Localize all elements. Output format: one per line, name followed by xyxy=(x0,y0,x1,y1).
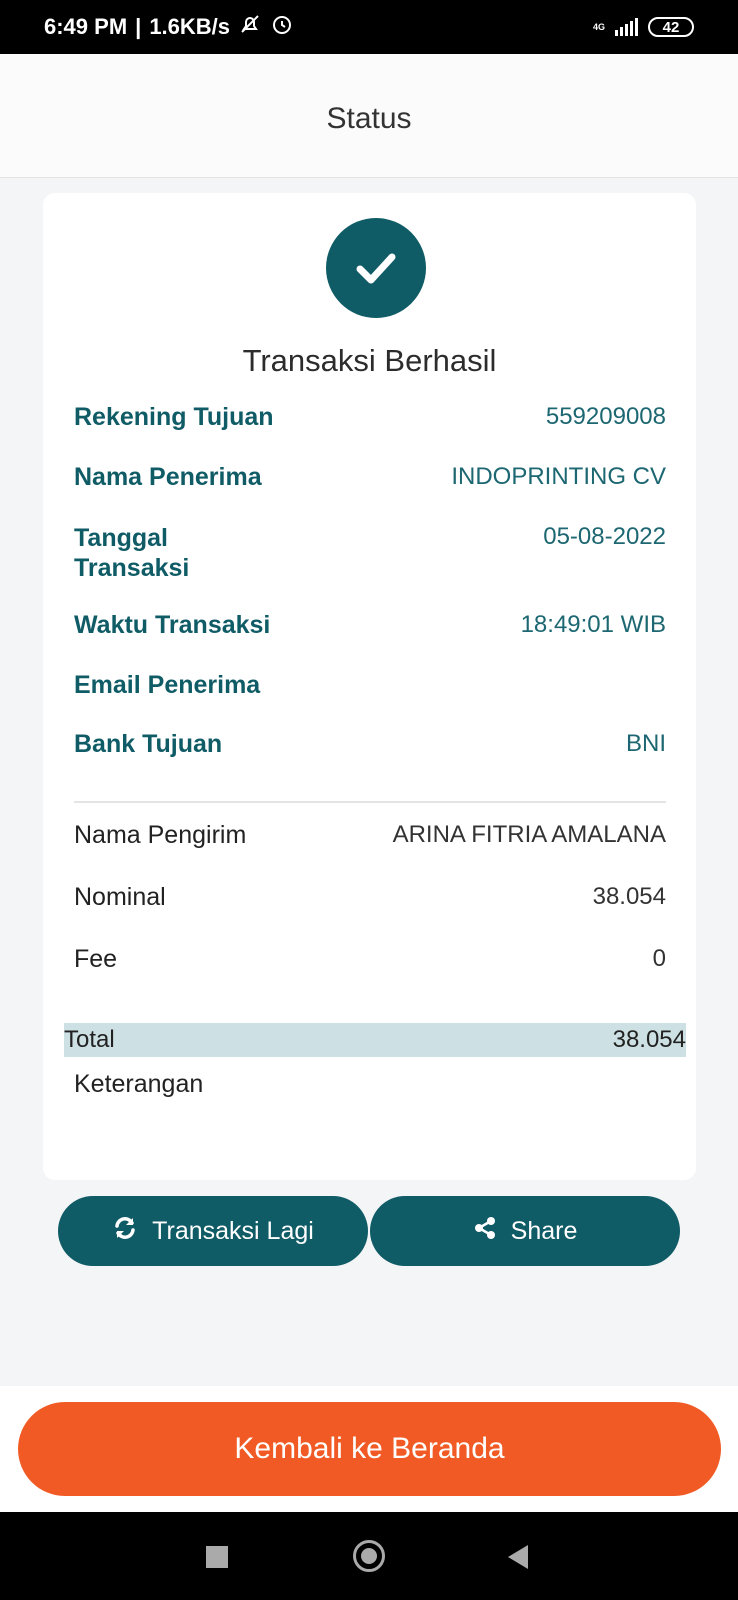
row-keterangan: Keterangan xyxy=(74,1070,666,1099)
refresh-icon xyxy=(112,1215,138,1248)
row-waktu-transaksi: Waktu Transaksi 18:49:01 WIB xyxy=(74,611,666,640)
transaction-status-title: Transaksi Berhasil xyxy=(242,343,497,378)
row-label: Waktu Transaksi xyxy=(74,611,271,639)
share-button[interactable]: Share xyxy=(370,1196,680,1266)
status-bar-right: 4G 42 xyxy=(593,0,694,54)
row-value: 05-08-2022 xyxy=(543,523,666,550)
page-title: Status xyxy=(326,102,412,135)
row-tanggal-transaksi: Tanggal Transaksi 05-08-2022 xyxy=(74,523,666,583)
row-nama-pengirim: Nama Pengirim ARINA FITRIA AMALANA xyxy=(74,821,666,850)
row-rekening-tujuan: Rekening Tujuan 559209008 xyxy=(74,403,666,432)
row-label: Bank Tujuan xyxy=(74,730,223,758)
alarm-icon xyxy=(270,12,294,42)
row-label: Fee xyxy=(74,945,118,973)
battery-level: 42 xyxy=(662,18,680,36)
row-value: ARINA FITRIA AMALANA xyxy=(392,821,666,848)
total-row: Total 38.054 xyxy=(64,1023,686,1057)
row-value: 559209008 xyxy=(545,403,666,430)
row-label: Nama Pengirim xyxy=(74,821,247,849)
row-label: Nama Penerima xyxy=(74,463,262,491)
repeat-transaction-button[interactable]: Transaksi Lagi xyxy=(58,1196,368,1266)
total-value: 38.054 xyxy=(612,1026,686,1053)
system-nav-bar xyxy=(0,1512,738,1600)
bell-muted-icon xyxy=(238,12,262,42)
row-value: 0 xyxy=(652,945,666,972)
signal-icon xyxy=(615,18,638,36)
row-label: Email Penerima xyxy=(74,671,261,699)
separator: | xyxy=(135,14,142,39)
row-nama-penerima: Nama Penerima INDOPRINTING CV xyxy=(74,463,666,492)
battery-icon: 42 xyxy=(648,17,694,37)
app-header: Status xyxy=(0,54,738,178)
recents-icon[interactable] xyxy=(206,1546,228,1568)
divider xyxy=(74,801,666,803)
receipt-card: Transaksi Berhasil Rekening Tujuan 55920… xyxy=(43,193,696,1180)
network-speed: 1.6KB/s xyxy=(149,14,231,39)
row-value: BNI xyxy=(625,730,666,757)
repeat-transaction-label: Transaksi Lagi xyxy=(152,1216,314,1245)
row-label: Nominal xyxy=(74,883,166,911)
bottom-bar: Kembali ke Beranda xyxy=(0,1386,738,1512)
row-email-penerima: Email Penerima xyxy=(74,671,666,700)
row-label: Tanggal Transaksi xyxy=(74,524,190,582)
row-value: 38.054 xyxy=(592,883,666,910)
total-label: Total xyxy=(64,1026,115,1053)
back-to-home-button[interactable]: Kembali ke Beranda xyxy=(18,1402,721,1496)
row-label: Keterangan xyxy=(74,1070,204,1098)
row-label: Rekening Tujuan xyxy=(74,403,274,431)
share-icon xyxy=(473,1216,497,1247)
row-fee: Fee 0 xyxy=(74,945,666,974)
home-icon[interactable] xyxy=(353,1540,385,1572)
row-value: INDOPRINTING CV xyxy=(451,463,666,490)
success-check-icon xyxy=(326,218,426,318)
status-bar: 6:49 PM | 1.6KB/s 4G 42 xyxy=(0,0,738,54)
clock: 6:49 PM xyxy=(44,14,128,39)
row-value: 18:49:01 WIB xyxy=(520,611,666,638)
row-bank-tujuan: Bank Tujuan BNI xyxy=(74,730,666,759)
network-type: 4G xyxy=(592,21,605,32)
back-icon[interactable] xyxy=(508,1545,528,1569)
status-bar-left: 6:49 PM | 1.6KB/s xyxy=(44,0,294,54)
row-nominal: Nominal 38.054 xyxy=(74,883,666,912)
share-label: Share xyxy=(510,1216,578,1245)
